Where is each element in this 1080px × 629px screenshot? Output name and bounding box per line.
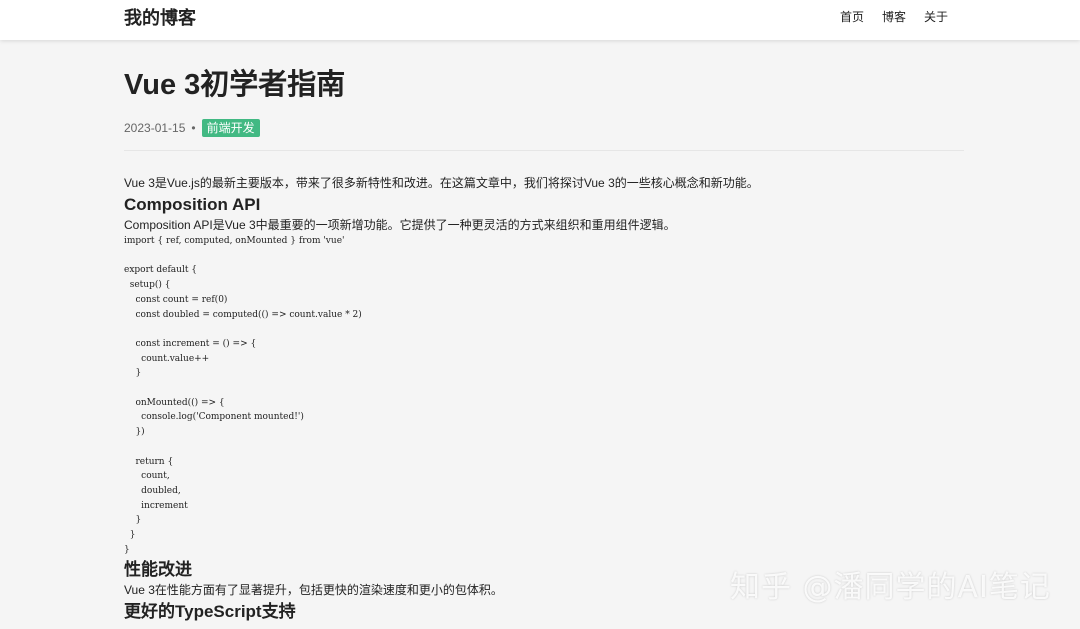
nav-item-about[interactable]: 关于: [924, 8, 948, 25]
code-block: import { ref, computed, onMounted } from…: [124, 236, 362, 555]
post-title: Vue 3初学者指南: [124, 69, 346, 101]
article: Vue 3初学者指南 2023-01-15 • 前端开发 Vue 3是Vue.j…: [124, 60, 964, 623]
post-date: 2023-01-15: [124, 121, 186, 135]
nav-item-home[interactable]: 首页: [840, 8, 864, 25]
watermark: 知乎 @潘同学的AI笔记: [730, 570, 1051, 605]
nav-item-blog[interactable]: 博客: [882, 8, 906, 25]
post-meta: 2023-01-15 • 前端开发: [124, 118, 964, 138]
category-tag[interactable]: 前端开发: [201, 119, 260, 137]
composition-api-paragraph: Composition API是Vue 3中最重要的一项新增功能。它提供了一种更…: [124, 218, 676, 232]
meta-separator: •: [191, 121, 196, 135]
section-heading-composition-api: Composition API: [124, 195, 261, 214]
main-nav: 首页 博客 关于: [840, 8, 948, 25]
site-header: 我的博客 首页 博客 关于: [0, 0, 1080, 40]
site-title-link[interactable]: 我的博客: [124, 4, 196, 30]
post-content: Vue 3是Vue.js的最新主要版本，带来了很多新特性和改进。在这篇文章中，我…: [124, 174, 964, 623]
intro-paragraph: Vue 3是Vue.js的最新主要版本，带来了很多新特性和改进。在这篇文章中，我…: [124, 176, 759, 190]
title-divider: [124, 150, 964, 151]
